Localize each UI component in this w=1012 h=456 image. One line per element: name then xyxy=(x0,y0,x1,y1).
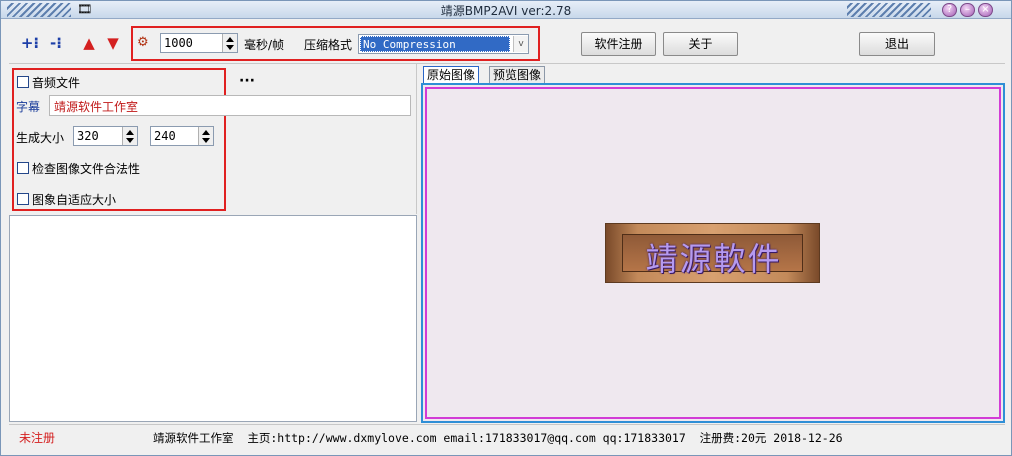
add-files-icon[interactable]: +⁝ xyxy=(19,32,41,54)
close-button[interactable]: × xyxy=(978,3,993,17)
height-spinner[interactable]: 240 xyxy=(150,126,214,146)
title-bar[interactable]: 🎞 靖源BMP2AVI ver:2.78 ? – × xyxy=(1,1,1011,19)
chevron-down-icon[interactable]: v xyxy=(513,36,528,52)
registration-status: 未注册 xyxy=(19,431,56,445)
remove-files-icon[interactable]: -⁝ xyxy=(45,32,67,54)
audio-label: 音频文件 xyxy=(32,76,81,90)
width-arrows[interactable] xyxy=(122,127,137,145)
move-down-icon[interactable]: ▼ xyxy=(102,32,124,54)
tab-original-image[interactable]: 原始图像 xyxy=(423,66,480,83)
browse-audio-button[interactable]: ··· xyxy=(239,73,255,89)
compression-selected-value: No Compression xyxy=(360,36,510,52)
logo-plate: 靖源軟件 xyxy=(622,234,803,278)
help-button[interactable]: ? xyxy=(942,3,957,17)
frame-unit-label: 毫秒/帧 xyxy=(244,38,285,52)
validate-images-checkbox[interactable] xyxy=(17,162,29,174)
preview-logo-image: 靖源軟件 xyxy=(605,223,820,283)
minimize-button[interactable]: – xyxy=(960,3,975,17)
frame-interval-arrows[interactable] xyxy=(222,34,237,52)
register-button[interactable]: 软件注册 xyxy=(581,32,656,56)
output-size-label: 生成大小 xyxy=(16,131,65,145)
frame-interval-spinner[interactable]: 1000 xyxy=(160,33,238,53)
settings-icon: ⚙ xyxy=(137,35,149,50)
tab-preview-image[interactable]: 预览图像 xyxy=(489,66,546,83)
about-button[interactable]: 关于 xyxy=(663,32,738,56)
height-arrows[interactable] xyxy=(198,127,213,145)
status-bar: 未注册 靖源软件工作室 主页:http://www.dxmylove.com e… xyxy=(11,427,1003,449)
audio-checkbox[interactable] xyxy=(17,76,29,88)
height-value: 240 xyxy=(154,129,176,143)
frame-interval-value: 1000 xyxy=(164,36,193,50)
compression-select[interactable]: No Compression v xyxy=(358,34,529,54)
compress-label: 压缩格式 xyxy=(304,38,353,52)
app-window: 🎞 靖源BMP2AVI ver:2.78 ? – × +⁝ -⁝ ▲ ▼ ⚙ 1… xyxy=(0,0,1012,456)
subtitle-label: 字幕 xyxy=(16,100,41,114)
validate-images-label: 检查图像文件合法性 xyxy=(32,162,141,176)
logo-text: 靖源軟件 xyxy=(645,240,782,278)
move-up-icon[interactable]: ▲ xyxy=(78,32,100,54)
autofit-checkbox[interactable] xyxy=(17,193,29,205)
width-value: 320 xyxy=(77,129,99,143)
titlebar-decoration-right xyxy=(847,3,931,17)
contact-info: 靖源软件工作室 主页:http://www.dxmylove.com email… xyxy=(153,431,843,445)
width-spinner[interactable]: 320 xyxy=(73,126,138,146)
status-separator xyxy=(9,424,1005,425)
exit-button[interactable]: 退出 xyxy=(859,32,935,56)
image-file-list[interactable] xyxy=(9,215,417,422)
autofit-label: 图象自适应大小 xyxy=(32,193,117,207)
subtitle-input[interactable]: 靖源软件工作室 xyxy=(49,95,411,116)
